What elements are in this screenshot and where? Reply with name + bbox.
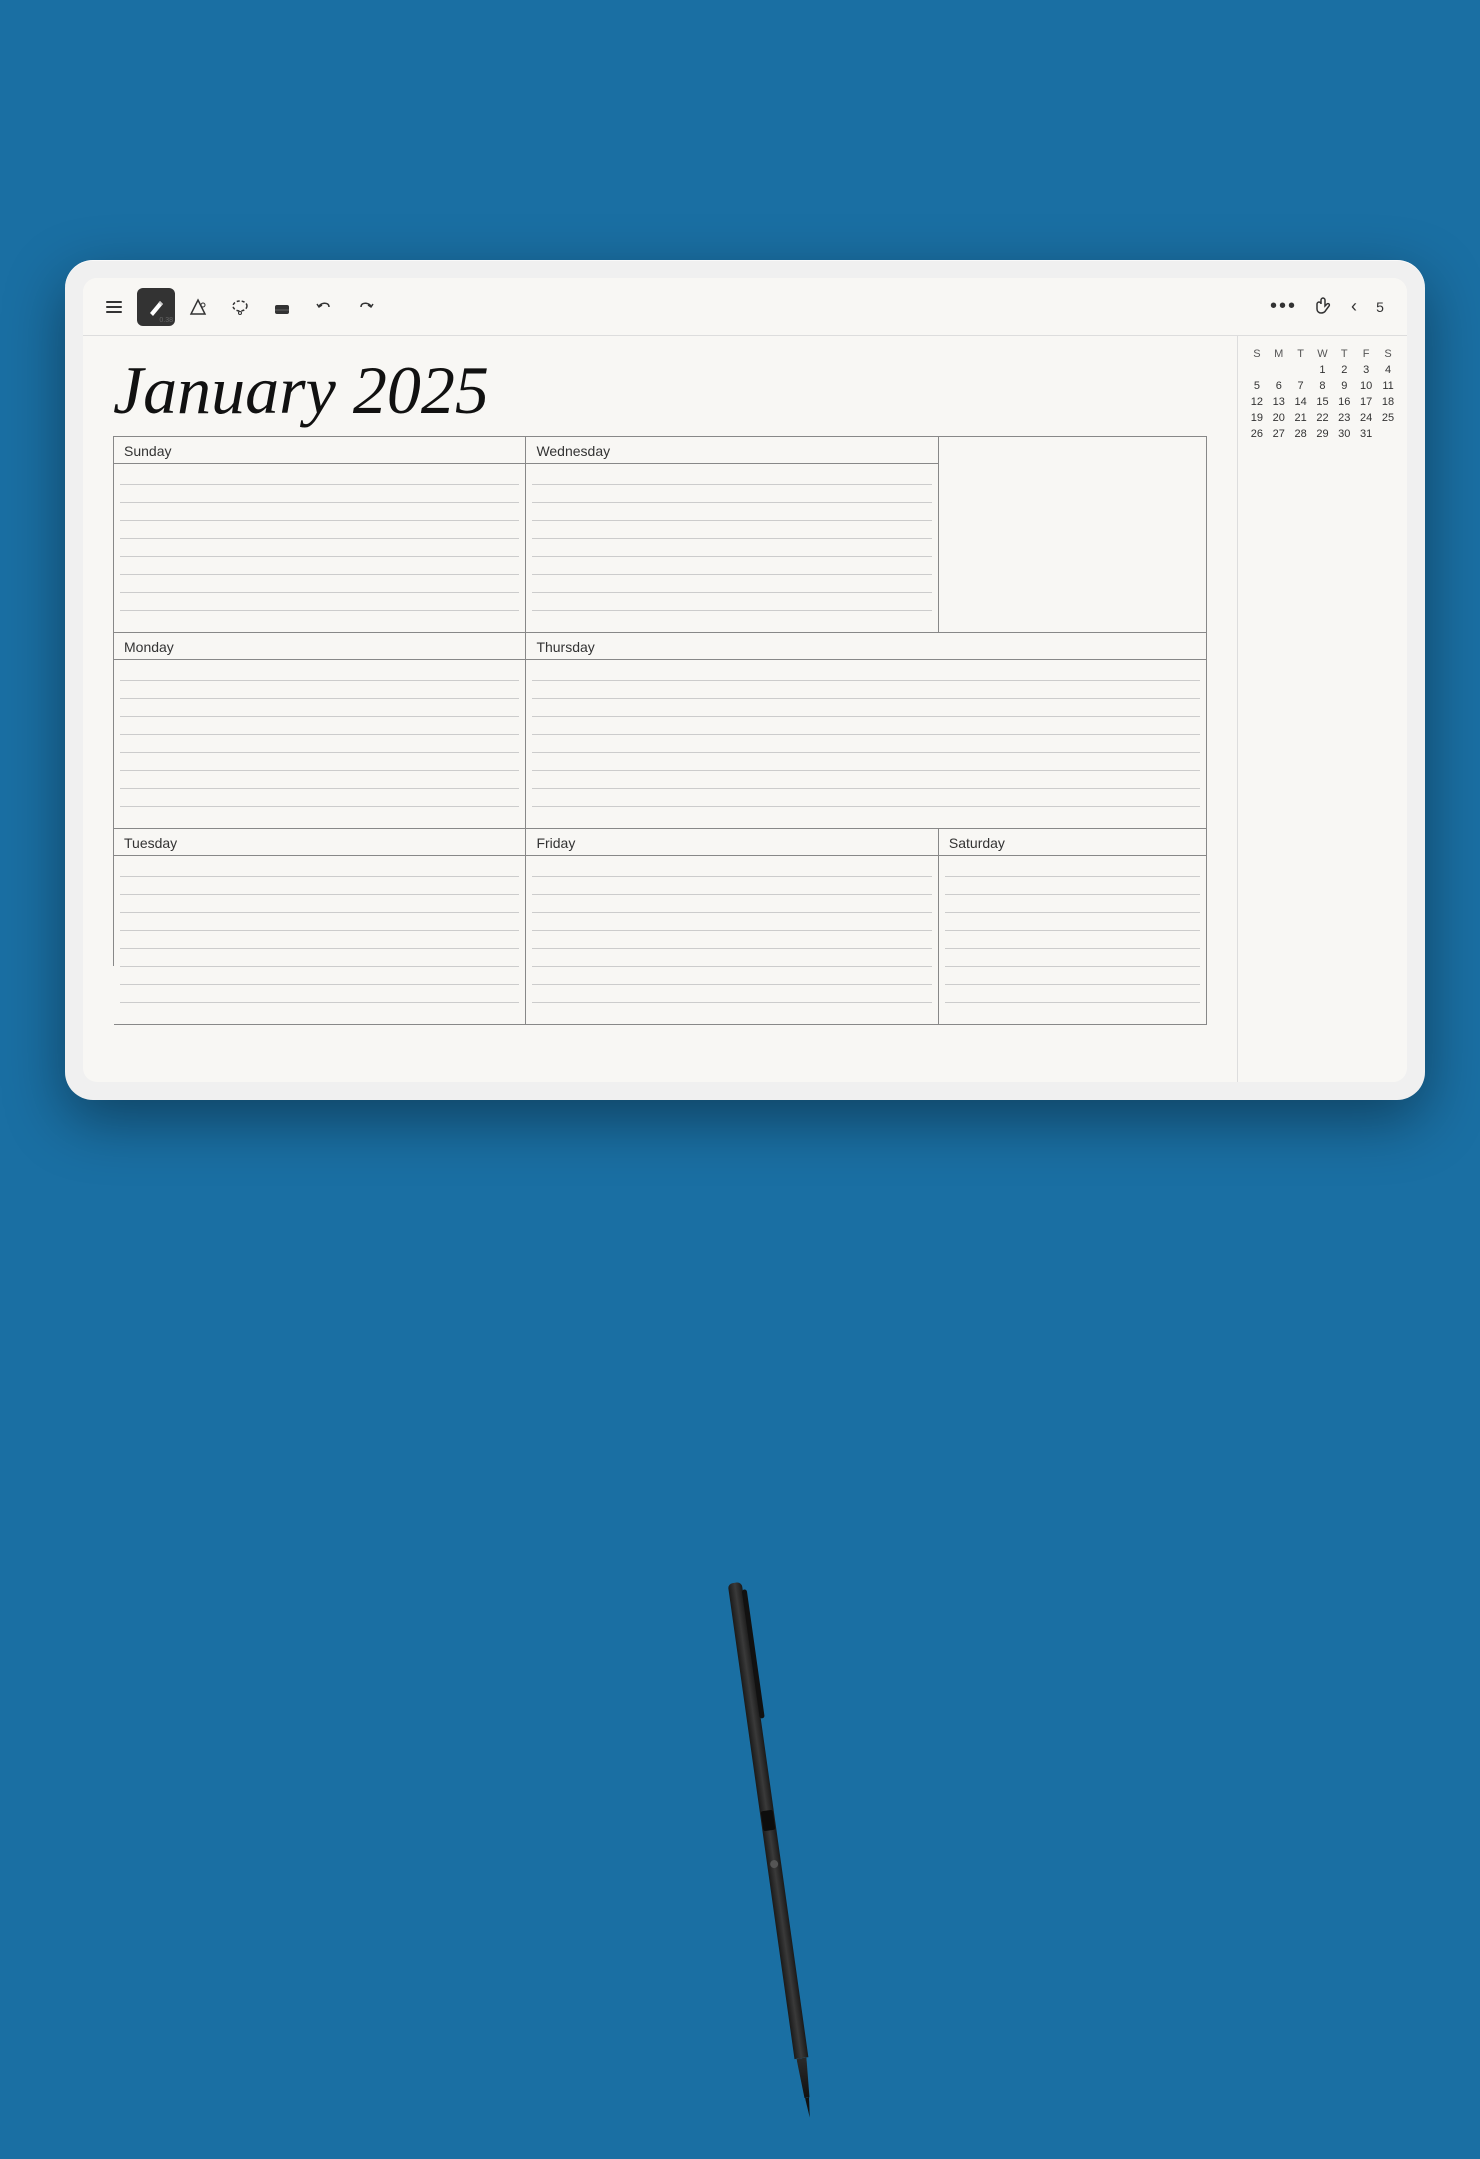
stylus-pen	[720, 1581, 830, 2159]
mini-calendar: S M T W T F S 1234	[1237, 336, 1407, 1082]
hand-cursor-icon[interactable]	[1305, 288, 1343, 326]
friday-cell: Friday	[526, 829, 938, 1025]
tuesday-cell: Tuesday	[114, 829, 526, 1025]
device-frame: 0.38	[65, 260, 1425, 1100]
cal-week-1: 1234	[1246, 362, 1399, 378]
undo-icon[interactable]	[305, 288, 343, 326]
more-options-icon[interactable]: •••	[1270, 295, 1297, 318]
pen-size-badge: 0.38	[159, 317, 173, 324]
cal-week-4: 19202122232425	[1246, 410, 1399, 426]
sunday-cell: Sunday	[114, 437, 526, 633]
cal-day-s1: S	[1246, 346, 1268, 362]
eraser-icon[interactable]	[263, 288, 301, 326]
monday-cell: Monday	[114, 633, 526, 829]
cal-week-2: 567891011	[1246, 378, 1399, 394]
page-number: 5	[1365, 299, 1395, 315]
lasso-tool-icon[interactable]	[221, 288, 259, 326]
saturday-label: Saturday	[939, 829, 1206, 856]
content-area: January 2025 Sunday	[83, 336, 1407, 1082]
cal-day-f: F	[1355, 346, 1377, 362]
thursday-cell: Thursday	[526, 633, 1207, 829]
thursday-label: Thursday	[526, 633, 1206, 660]
cal-day-t1: T	[1290, 346, 1312, 362]
cal-day-w: W	[1312, 346, 1334, 362]
wednesday-cell: Wednesday	[526, 437, 938, 633]
monday-label: Monday	[114, 633, 525, 660]
toolbar: 0.38	[83, 278, 1407, 336]
cal-day-s2: S	[1377, 346, 1399, 362]
cal-day-m: M	[1268, 346, 1290, 362]
tuesday-label: Tuesday	[114, 829, 525, 856]
redo-icon[interactable]	[347, 288, 385, 326]
prev-page-button[interactable]: ‹	[1351, 296, 1357, 317]
sunday-label: Sunday	[114, 437, 525, 464]
list-icon[interactable]	[95, 288, 133, 326]
pen-tool-icon[interactable]: 0.38	[137, 288, 175, 326]
saturday-cell: Saturday	[939, 829, 1207, 1025]
friday-label: Friday	[526, 829, 937, 856]
month-title: January 2025	[113, 356, 1207, 424]
wednesday-label: Wednesday	[526, 437, 937, 464]
screen: 0.38	[83, 278, 1407, 1082]
shape-tool-icon[interactable]	[179, 288, 217, 326]
cal-day-t2: T	[1333, 346, 1355, 362]
cal-week-3: 12131415161718	[1246, 394, 1399, 410]
cal-week-5: 262728293031	[1246, 426, 1399, 442]
planner-page: January 2025 Sunday	[83, 336, 1237, 1082]
top-right-cell	[939, 437, 1207, 633]
